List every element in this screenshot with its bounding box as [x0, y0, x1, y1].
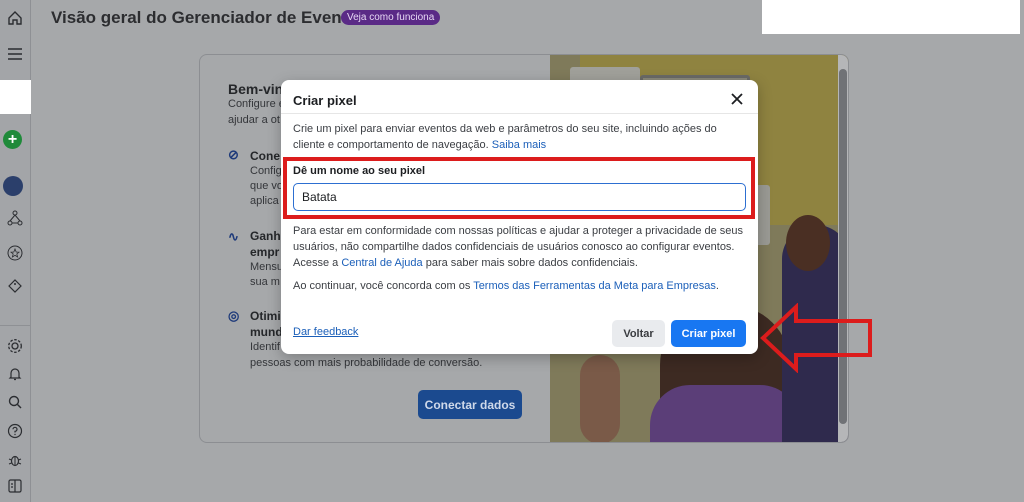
link-icon: ⊘ — [228, 147, 239, 162]
card-item-line: Mensu — [250, 261, 284, 273]
search-icon[interactable] — [5, 392, 25, 412]
home-icon[interactable] — [5, 8, 25, 28]
rail-highlight — [0, 80, 31, 114]
tag-icon[interactable] — [5, 276, 25, 296]
close-icon[interactable] — [728, 90, 746, 108]
chart-icon: ∿ — [228, 229, 239, 244]
bug-icon[interactable] — [5, 450, 25, 470]
how-it-works-badge[interactable]: Veja como funciona — [341, 10, 441, 25]
network-icon[interactable] — [5, 208, 25, 228]
card-intro-line: Configure e — [228, 98, 285, 110]
card-item-line: aplica — [250, 195, 279, 207]
terms-suffix: . — [715, 280, 719, 292]
connect-data-button[interactable]: Conectar dados — [418, 390, 522, 419]
panel-icon[interactable] — [5, 476, 25, 496]
dialog-divider — [281, 113, 758, 114]
card-item-line: sua m — [250, 276, 280, 288]
feedback-link[interactable]: Dar feedback — [293, 326, 358, 338]
card-item-title: mund — [250, 325, 283, 339]
terms-link[interactable]: Termos das Ferramentas da Meta para Empr… — [473, 280, 716, 292]
privacy-notice: Para estar em conformidade com nossas po… — [293, 223, 745, 271]
help-center-link[interactable]: Central de Ajuda — [341, 257, 422, 269]
card-heading: Bem-vin — [228, 81, 284, 97]
left-navigation-rail: + — [0, 0, 31, 502]
privacy-text-end: para saber mais sobre dados confidenciai… — [425, 257, 638, 269]
dialog-title: Criar pixel — [293, 93, 357, 108]
card-item-line: que vo — [250, 180, 284, 192]
card-item-title: empr — [250, 245, 280, 259]
star-icon[interactable] — [5, 243, 25, 263]
create-pixel-button[interactable]: Criar pixel — [671, 320, 746, 347]
annotation-highlight-box — [283, 157, 755, 219]
dashboard-icon[interactable] — [3, 176, 23, 196]
card-item-line: pessoas com mais probabilidade de conver… — [250, 357, 483, 369]
learn-more-link[interactable]: Saiba mais — [492, 139, 546, 151]
card-item-title: Cone — [250, 149, 280, 163]
help-icon[interactable] — [5, 421, 25, 441]
card-item-line: Config — [250, 165, 282, 177]
bell-icon[interactable] — [5, 364, 25, 384]
annotation-arrow-icon — [760, 303, 872, 373]
rail-divider — [0, 325, 31, 326]
card-item-title: Otimi — [250, 309, 281, 323]
card-scrollbar[interactable] — [838, 55, 848, 442]
top-right-panel — [762, 0, 1020, 34]
add-icon[interactable]: + — [3, 130, 22, 149]
card-item-line: Identif — [250, 341, 280, 353]
page-title: Visão geral do Gerenciador de Eventos — [51, 8, 368, 27]
settings-icon[interactable] — [5, 336, 25, 356]
back-button[interactable]: Voltar — [612, 320, 665, 347]
menu-icon[interactable] — [5, 44, 25, 64]
target-icon: ◎ — [228, 308, 240, 323]
terms-notice: Ao continuar, você concorda com os Termo… — [293, 278, 745, 294]
terms-prefix: Ao continuar, você concorda com os — [293, 280, 471, 292]
dialog-description: Crie um pixel para enviar eventos da web… — [293, 121, 745, 153]
card-intro-line: ajudar a ot — [228, 114, 280, 126]
